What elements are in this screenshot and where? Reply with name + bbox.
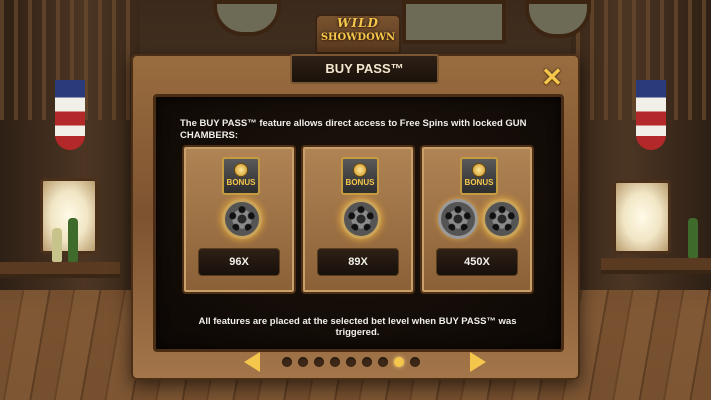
option-icons: BONUS — [430, 157, 524, 242]
page-dot-1[interactable] — [282, 357, 292, 367]
coin-icon — [234, 163, 248, 177]
dialog-description: The BUY PASS™ feature allows direct acce… — [180, 118, 527, 141]
close-icon: ✕ — [541, 62, 563, 92]
bonus-label: BONUS — [345, 178, 375, 187]
page-dot-4[interactable] — [330, 357, 340, 367]
previous-page-arrow-icon[interactable] — [244, 352, 260, 372]
logo-line-2: SHOWDOWN — [320, 32, 396, 43]
gun-chamber-icon — [222, 199, 262, 239]
buy-option-card-2[interactable]: BONUS 89X — [301, 145, 415, 294]
bonus-badge-icon: BONUS — [460, 157, 498, 195]
buy-option-card-1[interactable]: BONUS 96X — [182, 145, 296, 294]
option-icons: BONUS — [192, 157, 286, 242]
bonus-badge-icon: BONUS — [222, 157, 260, 195]
bottle-icon — [688, 218, 698, 258]
right-window — [613, 180, 671, 254]
gun-chamber-icon — [482, 199, 522, 239]
option-price: 96X — [198, 248, 280, 276]
wall-clock — [213, 0, 281, 36]
page-dot-9[interactable] — [410, 357, 420, 367]
right-bar-counter — [601, 258, 711, 274]
gun-chamber-icon — [438, 199, 478, 239]
gun-chamber-icon — [341, 199, 381, 239]
bonus-label: BONUS — [226, 178, 256, 187]
dialog-title: BUY PASS™ — [290, 54, 439, 84]
page-dot-2[interactable] — [298, 357, 308, 367]
next-page-arrow-icon[interactable] — [470, 352, 486, 372]
bottle-icon — [68, 218, 78, 262]
left-bunting-decoration — [55, 80, 85, 150]
dialog-footnote: All features are placed at the selected … — [198, 316, 517, 338]
bonus-badge-icon: BONUS — [341, 157, 379, 195]
page-dot-7[interactable] — [378, 357, 388, 367]
option-price: 450X — [436, 248, 518, 276]
coin-icon — [472, 163, 486, 177]
left-table — [0, 262, 120, 278]
page-dot-3[interactable] — [314, 357, 324, 367]
page-dots — [282, 357, 420, 367]
right-bunting-decoration — [636, 80, 666, 150]
game-logo: WILD SHOWDOWN — [315, 14, 401, 54]
option-icons: BONUS — [311, 157, 405, 242]
logo-line-1: WILD — [337, 16, 379, 30]
close-button[interactable]: ✕ — [540, 62, 564, 92]
page-dot-8[interactable] — [394, 357, 404, 367]
bottle-icon — [52, 228, 62, 262]
coin-icon — [353, 163, 367, 177]
pagination — [244, 352, 486, 372]
option-price: 89X — [317, 248, 399, 276]
page-dot-5[interactable] — [346, 357, 356, 367]
page-dot-6[interactable] — [362, 357, 372, 367]
wall-painting — [402, 0, 506, 44]
buy-option-card-3[interactable]: BONUS 450X — [420, 145, 534, 294]
bonus-label: BONUS — [464, 178, 494, 187]
